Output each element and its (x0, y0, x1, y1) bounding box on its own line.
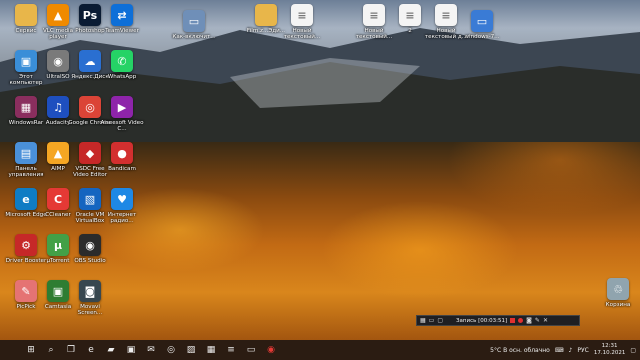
obs-icon: ◉ (79, 234, 101, 256)
pause-icon[interactable] (510, 318, 516, 323)
desktop-icon[interactable]: ◉ OBS Studio (68, 234, 112, 264)
network-icon[interactable]: ⌨ (555, 347, 564, 354)
yandex-disk-icon: ☁ (79, 50, 101, 72)
crop-icon[interactable]: ▢ (437, 317, 443, 324)
desktop-icon-label: Aiseesoft Video C... (100, 120, 144, 133)
aiseesoft-icon: ▶ (111, 96, 133, 118)
desktop-icon[interactable]: ▶ Aiseesoft Video C... (100, 96, 144, 132)
chrome-icon[interactable]: ◎ (164, 343, 178, 357)
desktop-icon-label: TeamViewer (105, 28, 139, 34)
desktop-icon[interactable]: ♥ Интернет радио... (100, 188, 144, 224)
search-icon[interactable]: ⌕ (44, 343, 58, 357)
radio-icon: ♥ (111, 188, 133, 210)
audacity-icon: ♫ (47, 96, 69, 118)
desktop-icon-label: Как-включит... (172, 34, 216, 40)
image-file-icon: ▭ (471, 10, 493, 32)
close-icon[interactable]: ✕ (543, 317, 548, 324)
desktop-icon-label: WhatsApp (107, 74, 137, 80)
whatsapp-icon: ✆ (111, 50, 133, 72)
recording-toolbar[interactable]: ▦ ▭ ▢ Запись [00:03:51] ◙ ✎ ✕ (416, 315, 580, 326)
picpick-icon: ✎ (15, 280, 37, 302)
time: 12:31 (601, 343, 618, 349)
desktop-icon[interactable]: ◙ Movavi Screen... (68, 280, 112, 316)
stop-icon[interactable] (518, 318, 524, 323)
store-icon[interactable]: ▣ (124, 343, 138, 357)
vlc-icon: ▲ (47, 4, 69, 26)
grid-icon[interactable]: ▦ (420, 317, 426, 324)
image-file-icon: ▭ (183, 10, 205, 32)
language-indicator[interactable]: РУС (577, 347, 588, 354)
system-tray: 5°C В осн. облачно ⌨ ♪ РУС 12:31 17.10.2… (490, 340, 636, 360)
desktop-icon-label: OBS Studio (74, 258, 106, 264)
clock[interactable]: 12:31 17.10.2021 (594, 343, 626, 357)
ccleaner-icon: C (47, 188, 69, 210)
recording-timer: Запись [00:03:51] (456, 317, 508, 324)
text-document-icon: ≡ (291, 4, 313, 26)
text-document-icon: ≡ (399, 4, 421, 26)
screenshot-icon[interactable]: ▭ (244, 343, 258, 357)
edge-icon: e (15, 188, 37, 210)
computer-icon: ▣ (15, 50, 37, 72)
desktop-icon[interactable]: ✆ WhatsApp (100, 50, 144, 80)
teamviewer-icon: ⇄ (111, 4, 133, 26)
utorrent-icon: µ (47, 234, 69, 256)
vsdc-icon: ◆ (79, 142, 101, 164)
desktop-icon-label: windows-7... (464, 34, 500, 40)
weather-widget[interactable]: 5°C В осн. облачно (490, 347, 550, 354)
desktop-icon[interactable]: ▭ Как-включит... (172, 10, 216, 40)
record-icon[interactable]: ◉ (264, 343, 278, 357)
chrome-icon: ◎ (79, 96, 101, 118)
desktop-icon-label: Movavi Screen... (77, 304, 103, 317)
text-document-icon: ≡ (435, 4, 457, 26)
recycle-bin-icon: ♲ (607, 278, 629, 300)
movavi-icon: ◙ (79, 280, 101, 302)
desktop-icon-label: Интернет радио... (107, 212, 137, 225)
text-document-icon: ≡ (363, 4, 385, 26)
desktop-icon[interactable]: ⇄ TeamViewer (100, 4, 144, 34)
ultraiso-icon: ◉ (47, 50, 69, 72)
date: 17.10.2021 (593, 350, 626, 356)
file-explorer-icon[interactable]: ▰ (104, 343, 118, 357)
start-icon[interactable]: ⊞ (24, 343, 38, 357)
desktop-icon[interactable]: ≡ Новый текстовый... (280, 4, 324, 40)
desktop-icon-label: Корзина (605, 302, 631, 308)
control-panel-icon: ▤ (15, 142, 37, 164)
camera-icon[interactable]: ◙ (526, 317, 532, 324)
virtualbox-icon: ▧ (79, 188, 101, 210)
folder-icon (15, 4, 37, 26)
calculator-icon[interactable]: ▦ (204, 343, 218, 357)
pen-icon[interactable]: ✎ (535, 317, 540, 324)
window-icon[interactable]: ▭ (429, 317, 435, 324)
desktop-icon-label: Bandicam (108, 166, 136, 172)
volume-icon[interactable]: ♪ (569, 347, 573, 354)
desktop-icon[interactable]: ▭ windows-7... (460, 10, 504, 40)
aimp-icon: ▲ (47, 142, 69, 164)
desktop-icon-label: Новый текстовый... (283, 28, 321, 41)
driver-booster-icon: ⚙ (15, 234, 37, 256)
folder-icon (255, 4, 277, 26)
bandicam-icon: ● (111, 142, 133, 164)
photoshop-icon: Ps (79, 4, 101, 26)
notifications-icon[interactable]: ▢ (630, 347, 636, 354)
desktop[interactable]: Сервис ▲ VLC media player Ps Photoshop ⇄ TeamV… (0, 0, 640, 340)
task-view-icon[interactable]: ❐ (64, 343, 78, 357)
mail-icon[interactable]: ✉ (144, 343, 158, 357)
desktop-icon[interactable]: ♲ Корзина (596, 278, 640, 308)
photos-icon[interactable]: ▨ (184, 343, 198, 357)
notepad-icon[interactable]: ≡ (224, 343, 238, 357)
camtasia-icon: ▣ (47, 280, 69, 302)
winrar-icon: ▦ (15, 96, 37, 118)
edge-icon[interactable]: e (84, 343, 98, 357)
desktop-icon[interactable]: ● Bandicam (100, 142, 144, 172)
